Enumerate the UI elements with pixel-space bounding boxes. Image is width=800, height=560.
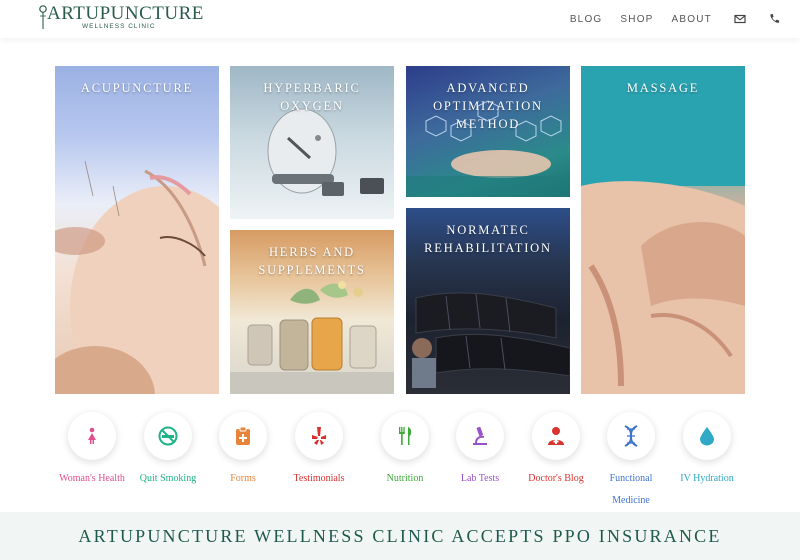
nav-shop[interactable]: SHOP [620,14,653,25]
service-circle [381,412,429,460]
service-label: Functional Medicine [609,473,653,506]
service-circle [607,412,655,460]
service-womans-health[interactable]: Woman's Health [55,412,129,490]
nav-blog[interactable]: BLOG [570,14,603,25]
nav-about[interactable]: ABOUT [672,14,712,25]
yelp-icon [312,427,326,445]
microscope-icon [473,426,487,445]
service-quit-smoking[interactable]: Quit Smoking [131,412,205,490]
service-circle [219,412,267,460]
service-testimonials[interactable]: Testimonials [282,412,356,490]
tile-advanced-optimization-method[interactable]: ADVANCED OPTIMIZATION METHOD [406,66,570,197]
service-circle [456,412,504,460]
service-circle [683,412,731,460]
service-label: Testimonials [293,473,345,484]
service-lab-tests[interactable]: Lab Tests [443,412,517,490]
dna-icon [624,425,638,447]
service-circle [532,412,580,460]
banner-text: ARTUPUNCTURE WELLNESS CLINIC ACCEPTS PPO… [78,525,722,546]
service-label: Forms [230,473,256,484]
tile-massage[interactable]: MASSAGE [581,66,745,394]
tile-title: ACUPUNCTURE [80,81,194,95]
droplet-icon [700,427,714,446]
service-label: Nutrition [386,473,424,484]
tile-acupuncture[interactable]: ACUPUNCTURE [55,66,219,394]
service-circle [68,412,116,460]
tile-title: NORMATEC REHABILITATION [424,223,552,255]
site-header: ARTUPUNCTURE WELLNESS CLINIC BLOG SHOP A… [0,0,800,38]
no-smoking-icon [158,426,178,446]
tile-title: HERBS AND SUPPLEMENTS [258,245,366,277]
logo[interactable]: ARTUPUNCTURE WELLNESS CLINIC [38,3,203,35]
service-label: Quit Smoking [139,473,197,484]
clipboard-icon [236,426,250,445]
tile-title: MASSAGE [626,81,700,95]
logo-text: ARTUPUNCTURE [47,3,204,24]
insurance-banner: ARTUPUNCTURE WELLNESS CLINIC ACCEPTS PPO… [0,512,800,560]
tile-title: HYPERBARIC OXYGEN [263,81,361,113]
massage-photo [581,66,745,394]
tile-normatec-rehabilitation[interactable]: NORMATEC REHABILITATION [406,208,570,394]
service-label: IV Hydration [680,473,734,484]
service-label: Lab Tests [460,473,500,484]
envelope-icon[interactable] [734,13,746,25]
service-label: Woman's Health [59,473,125,484]
service-forms[interactable]: Forms [206,412,280,490]
tile-hyperbaric-oxygen[interactable]: HYPERBARIC OXYGEN [230,66,394,219]
service-iv-hydration[interactable]: IV Hydration [670,412,744,490]
tile-herbs-and-supplements[interactable]: HERBS AND SUPPLEMENTS [230,230,394,394]
logo-subtitle: WELLNESS CLINIC [82,23,156,30]
phone-icon[interactable] [768,13,780,25]
service-doctors-blog[interactable]: Doctor's Blog [519,412,593,490]
service-nutrition[interactable]: Nutrition [368,412,442,490]
woman-icon [88,427,96,444]
doctor-icon [548,427,564,445]
service-circle [295,412,343,460]
tile-title: ADVANCED OPTIMIZATION METHOD [433,81,543,131]
service-functional-medicine[interactable]: Functional Medicine [594,412,668,512]
utensils-icon [399,427,412,445]
main-nav: BLOG SHOP ABOUT [552,0,780,38]
service-label: Doctor's Blog [528,473,584,484]
service-circle [144,412,192,460]
acupuncture-photo [55,160,219,394]
